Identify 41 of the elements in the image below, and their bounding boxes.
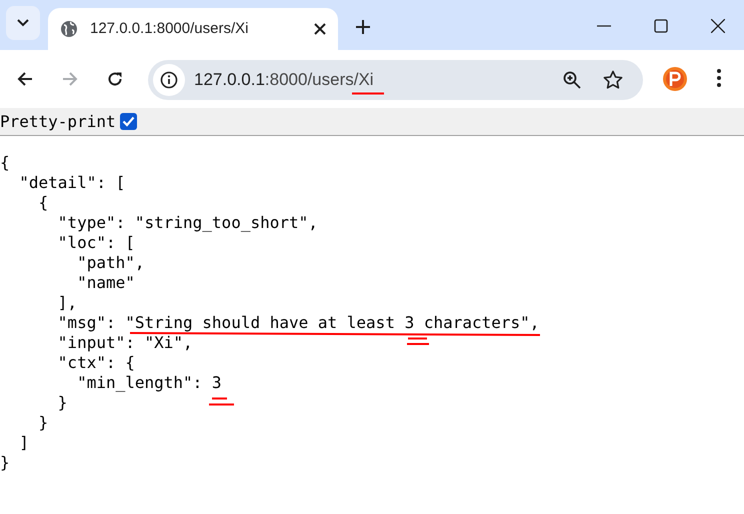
json-line: "min_length": 3 [76,376,222,390]
new-tab-icon[interactable] [356,20,370,34]
globe-icon [60,20,78,38]
tab-search-button[interactable] [6,6,40,40]
minimize-icon[interactable] [597,25,611,27]
pretty-print-checkbox[interactable] [120,113,137,130]
chevron-down-icon [17,19,29,27]
profile-avatar-icon[interactable] [663,67,687,91]
json-line: "detail": [ [18,176,126,190]
tab-title: 127.0.0.1:8000/users/Xi [90,18,250,39]
annotation-underline [352,92,384,95]
zoom-in-icon[interactable] [563,71,581,89]
close-icon[interactable] [314,23,326,35]
json-line: { [0,156,10,170]
annotation-double-underline [209,397,234,406]
url-text: 127.0.0.1:8000/users/Xi [194,69,374,92]
back-arrow-icon[interactable] [17,71,33,87]
json-line: "input": "Xi", [56,336,193,350]
json-line: } [56,396,68,410]
json-line: ], [56,296,78,310]
json-line: { [38,196,48,210]
close-window-icon[interactable] [711,19,725,33]
json-line: "type": "string_too_short", [56,216,318,230]
menu-icon[interactable] [717,69,721,87]
json-line: "name" [76,276,135,290]
json-line: } [38,416,48,430]
maximize-icon[interactable] [654,19,668,33]
reload-icon[interactable] [107,71,123,87]
json-line: "msg": "String should have at least 3 characters", [56,316,540,330]
json-line: ] [18,436,29,450]
info-icon [160,71,178,89]
site-info-button[interactable] [153,64,185,96]
pretty-print-label: Pretty-print [0,110,116,132]
json-line: "path", [76,256,144,270]
json-line: } [0,456,10,470]
address-bar[interactable]: 127.0.0.1:8000/users/Xi [148,60,643,100]
star-icon[interactable] [603,70,623,90]
json-line: "ctx": { [56,356,135,370]
json-line: "loc": [ [56,236,135,250]
annotation-double-underline [407,337,429,346]
browser-tab[interactable]: 127.0.0.1:8000/users/Xi [48,8,338,50]
